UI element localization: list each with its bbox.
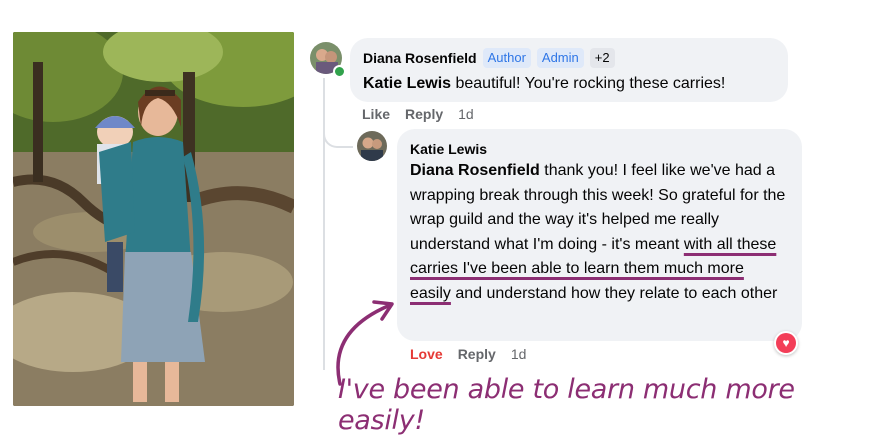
mention-link[interactable]: Diana Rosenfield (410, 162, 540, 179)
mention-link[interactable]: Katie Lewis (363, 75, 451, 92)
comment-body-end: and understand how they relate to each o… (450, 284, 778, 302)
reply-connector (323, 118, 353, 148)
comment-body: beautiful! You're rocking these carries! (451, 75, 726, 92)
comment-text: Katie Lewis beautiful! You're rocking th… (363, 72, 775, 95)
reaction-badge[interactable]: ♥ (774, 331, 798, 355)
admin-badge[interactable]: Admin (536, 48, 584, 68)
comment-author[interactable]: Katie Lewis (410, 141, 487, 157)
annotation-caption: I've been able to learn much more easily… (338, 374, 795, 436)
heart-icon: ♥ (776, 333, 796, 353)
author-badge[interactable]: Author (482, 48, 531, 68)
comment-bubble-2: Katie Lewis Diana Rosenfield thank you! … (397, 129, 802, 341)
like-button[interactable]: Like (362, 106, 390, 122)
photo-woman-babywearing (13, 32, 294, 406)
timestamp[interactable]: 1d (458, 106, 474, 122)
avatar-katie[interactable] (357, 131, 387, 161)
more-badges[interactable]: +2 (589, 48, 615, 68)
timestamp[interactable]: 1d (511, 346, 527, 362)
online-status-dot (333, 65, 346, 78)
comment-text: Diana Rosenfield thank you! I feel like … (410, 159, 789, 306)
reply-button[interactable]: Reply (405, 106, 443, 122)
comment-author[interactable]: Diana Rosenfield (363, 50, 477, 66)
comment-actions-1: Like Reply 1d (362, 106, 474, 122)
comment-bubble-1: Diana Rosenfield Author Admin +2 Katie L… (350, 38, 788, 102)
reply-button[interactable]: Reply (458, 346, 496, 362)
